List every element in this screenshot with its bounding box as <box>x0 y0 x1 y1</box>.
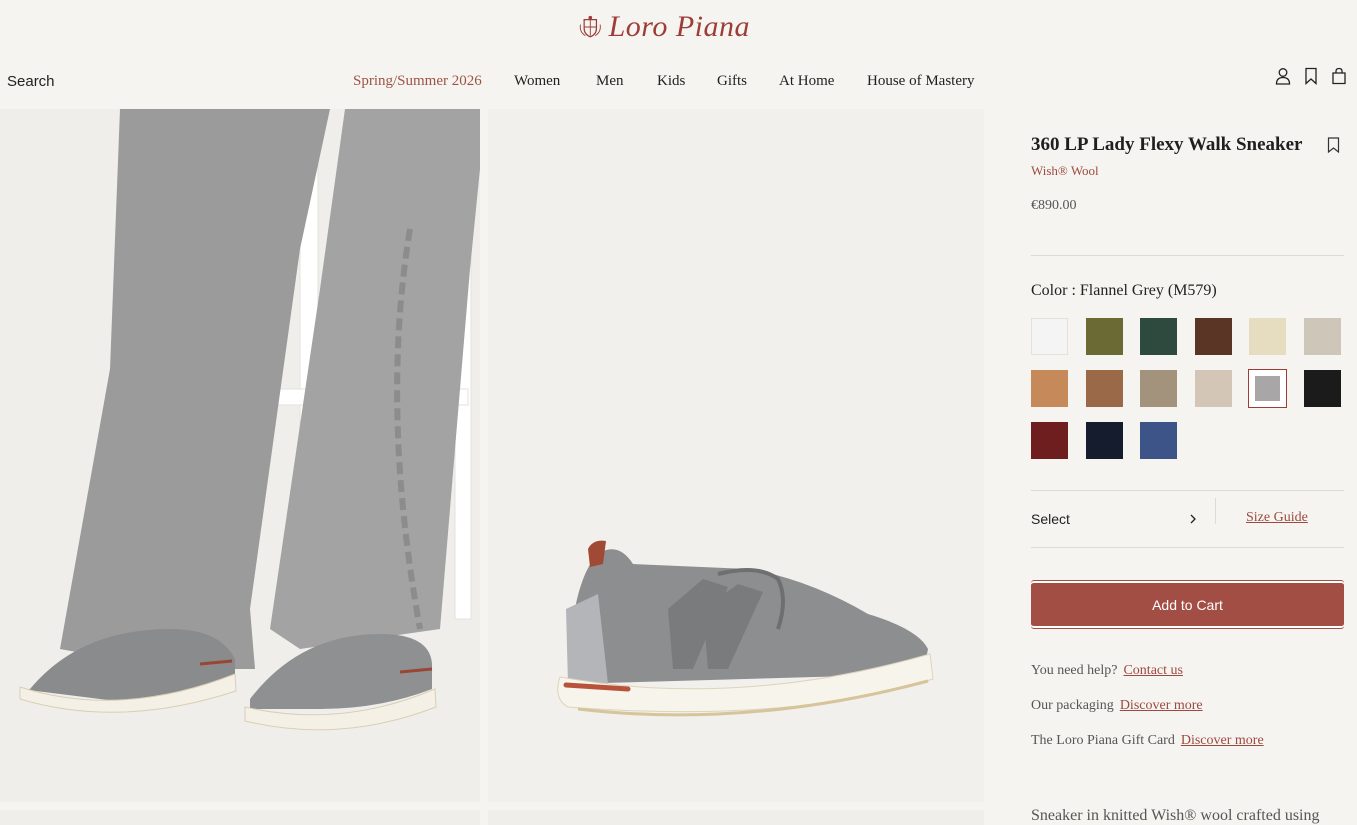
color-swatch[interactable] <box>1085 318 1123 355</box>
nav-women[interactable]: Women <box>514 73 560 90</box>
help-row-gift-card: The Loro Piana Gift Card Discover more <box>1031 733 1264 749</box>
packaging-discover-link[interactable]: Discover more <box>1120 698 1203 713</box>
chevron-right-icon[interactable] <box>1188 513 1198 525</box>
color-swatch[interactable] <box>1085 370 1123 407</box>
add-to-cart-button[interactable]: Add to Cart <box>1031 580 1344 629</box>
product-image-worn[interactable] <box>0 109 480 802</box>
color-swatch[interactable] <box>1249 318 1287 355</box>
product-details-panel: 360 LP Lady Flexy Walk Sneaker Wish® Woo… <box>1031 109 1344 825</box>
help-row-packaging: Our packaging Discover more <box>1031 698 1203 714</box>
shopping-bag-icon[interactable] <box>1331 67 1347 85</box>
color-swatch[interactable] <box>1304 370 1341 407</box>
contact-us-link[interactable]: Contact us <box>1123 663 1183 678</box>
product-title: 360 LP Lady Flexy Walk Sneaker <box>1031 134 1303 155</box>
brand-name: Loro Piana <box>608 10 750 43</box>
color-swatch[interactable] <box>1140 370 1178 407</box>
bookmark-icon[interactable] <box>1303 67 1319 85</box>
product-material[interactable]: Wish® Wool <box>1031 163 1099 179</box>
product-description: Sneaker in knitted Wish® wool crafted us… <box>1031 807 1320 824</box>
main-nav: Spring/Summer 2026 Women Men Kids Gifts … <box>0 73 1357 93</box>
nav-house-of-mastery[interactable]: House of Mastery <box>867 73 974 90</box>
nav-gifts[interactable]: Gifts <box>717 73 747 90</box>
color-swatch[interactable] <box>1194 318 1232 355</box>
help-text: Our packaging <box>1031 698 1114 713</box>
separator <box>1215 498 1216 524</box>
product-price: €890.00 <box>1031 198 1077 213</box>
brand-logo[interactable]: Loro Piana <box>578 6 750 48</box>
color-swatch[interactable] <box>1085 422 1123 459</box>
size-select-row: Select Size Guide <box>1031 498 1344 530</box>
help-text: The Loro Piana Gift Card <box>1031 733 1175 748</box>
color-swatch[interactable] <box>1194 370 1232 407</box>
color-swatch[interactable] <box>1031 318 1068 355</box>
crest-icon <box>579 15 601 38</box>
color-swatch[interactable] <box>1140 318 1178 355</box>
sneaker-illustration <box>557 540 934 717</box>
product-image-4[interactable] <box>488 810 984 825</box>
color-swatch-fill <box>1255 376 1281 401</box>
size-guide-link[interactable]: Size Guide <box>1246 510 1308 526</box>
product-image-side[interactable] <box>488 109 984 802</box>
color-swatch[interactable] <box>1031 422 1068 459</box>
size-select[interactable]: Select <box>1031 511 1070 527</box>
product-image-3[interactable] <box>0 810 480 825</box>
divider <box>1031 547 1344 548</box>
nav-spring-summer[interactable]: Spring/Summer 2026 <box>353 73 482 90</box>
nav-kids[interactable]: Kids <box>657 73 685 90</box>
color-swatch[interactable] <box>1248 369 1288 408</box>
model-legs-illustration <box>19 109 480 731</box>
divider <box>1031 490 1344 491</box>
user-icon[interactable] <box>1275 67 1291 85</box>
save-bookmark-icon[interactable] <box>1327 137 1340 153</box>
color-swatch[interactable] <box>1140 422 1178 459</box>
header-actions <box>1275 67 1347 85</box>
help-text: You need help? <box>1031 663 1118 678</box>
color-label: Color : Flannel Grey (M579) <box>1031 282 1217 299</box>
nav-men[interactable]: Men <box>596 73 624 90</box>
site-header: Loro Piana Search Spring/Summer 2026 Wom… <box>0 0 1357 108</box>
color-swatch[interactable] <box>1304 318 1341 355</box>
divider <box>1031 255 1344 256</box>
nav-at-home[interactable]: At Home <box>779 73 834 90</box>
help-row-contact: You need help? Contact us <box>1031 663 1183 679</box>
color-swatch[interactable] <box>1031 370 1068 407</box>
gift-card-discover-link[interactable]: Discover more <box>1181 733 1264 748</box>
